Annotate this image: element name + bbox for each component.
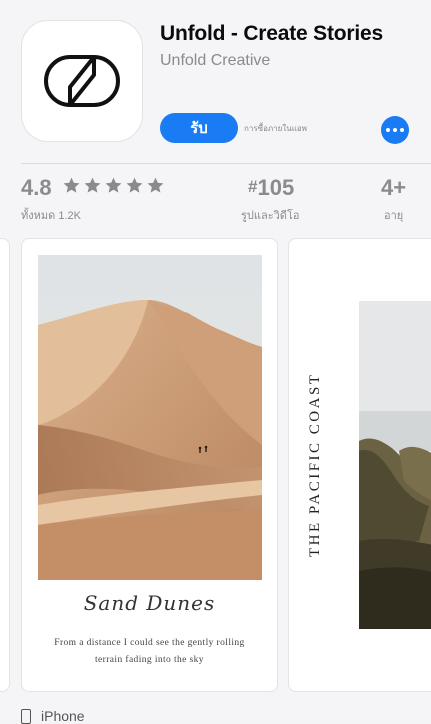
- app-title: Unfold - Create Stories: [160, 22, 383, 45]
- unfold-logo-icon: [44, 55, 120, 107]
- iphone-icon: [21, 708, 31, 724]
- caption-title: Sand Dunes: [83, 591, 216, 615]
- get-button[interactable]: รับ: [160, 113, 238, 143]
- rating-value: 4.8: [21, 175, 52, 200]
- rank-number: 105: [257, 175, 295, 200]
- unfold-app-icon[interactable]: [21, 20, 143, 142]
- caption-body: From a distance I could see the gently r…: [54, 638, 245, 665]
- vertical-title: THE PACIFIC COAST: [307, 372, 323, 557]
- star-icon: [63, 177, 80, 193]
- age-label: อายุ: [384, 210, 404, 222]
- star-icon: [126, 177, 143, 193]
- device-compatibility: iPhone: [21, 708, 85, 724]
- sand-dunes-image: [38, 255, 262, 580]
- more-options-button[interactable]: [381, 116, 409, 144]
- rating-stars: [62, 176, 165, 195]
- screenshot-sand-dunes[interactable]: Sand Dunes From a distance I could see t…: [21, 238, 278, 692]
- screenshot-pacific-coast[interactable]: THE PACIFIC COAST: [288, 238, 431, 692]
- device-label: iPhone: [41, 708, 85, 724]
- star-icon: [84, 177, 101, 193]
- pacific-coast-image: [359, 301, 431, 629]
- rating-count: ทั้งหมด 1.2K: [21, 210, 81, 222]
- screenshot-previous[interactable]: [0, 238, 10, 692]
- in-app-purchases-note: การซื้อภายในแอพ: [244, 124, 307, 133]
- sand-dunes-photo: [38, 255, 262, 580]
- star-icon: [147, 177, 164, 193]
- app-store-page: Unfold - Create Stories Unfold Creative …: [0, 0, 431, 724]
- chart-rank: #105: [248, 175, 294, 201]
- pacific-coast-photo: [359, 301, 431, 629]
- header-divider: [21, 163, 431, 164]
- star-icon: [105, 177, 122, 193]
- rank-category[interactable]: รูปและวิดีโอ: [241, 206, 299, 224]
- age-rating: 4+: [381, 175, 407, 200]
- ellipsis-icon: [386, 128, 390, 132]
- developer-link[interactable]: Unfold Creative: [160, 52, 270, 70]
- ellipsis-dot: [400, 128, 404, 132]
- ellipsis-dot: [393, 128, 397, 132]
